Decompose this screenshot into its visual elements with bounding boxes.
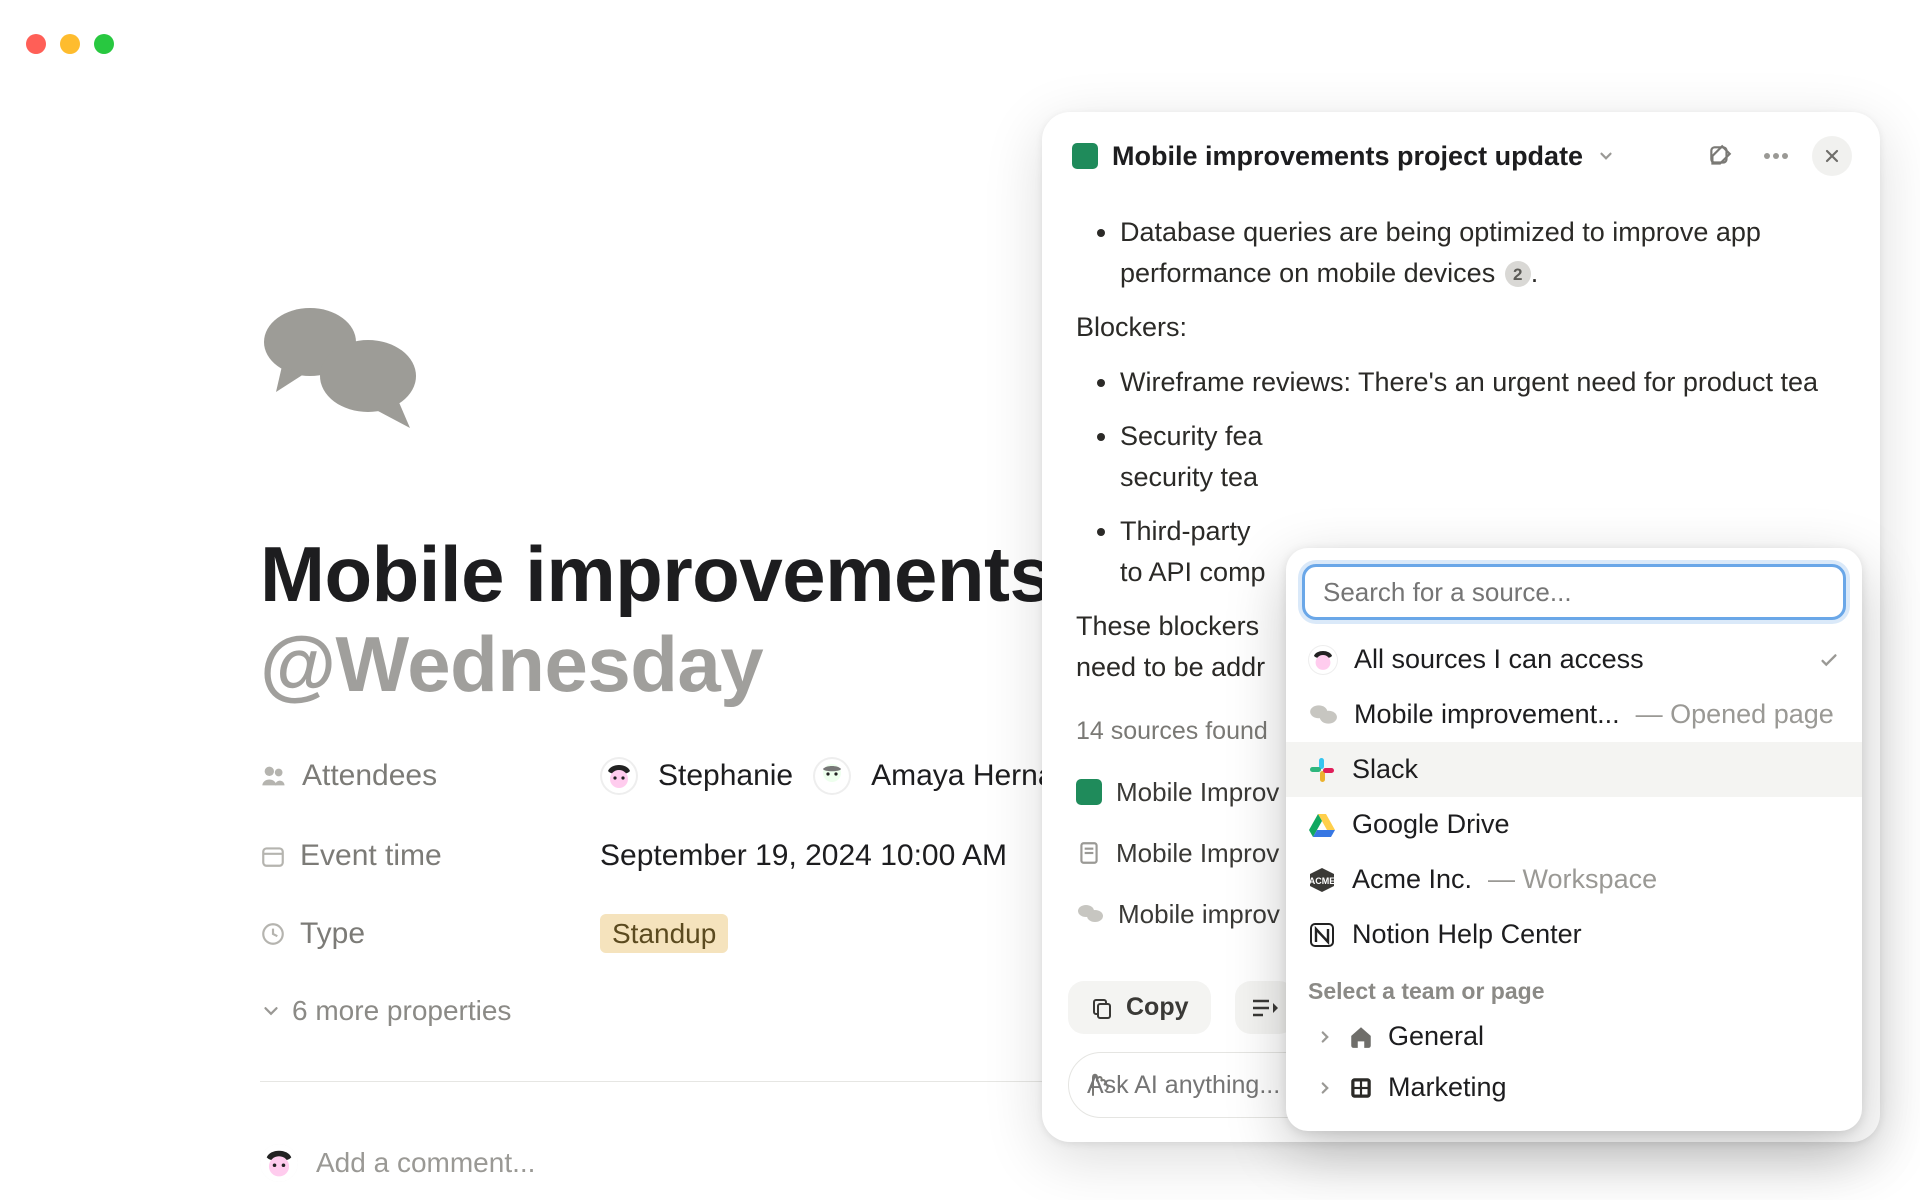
home-icon <box>1348 1024 1374 1050</box>
prop-label-text: Type <box>300 917 365 951</box>
copy-icon <box>1090 996 1114 1020</box>
source-option-label: Notion Help Center <box>1352 919 1582 950</box>
more-menu-button[interactable] <box>1756 136 1796 176</box>
source-option-label: All sources I can access <box>1354 644 1644 675</box>
check-icon <box>1818 649 1840 671</box>
source-option-notion-help[interactable]: Notion Help Center <box>1286 907 1862 962</box>
people-icon <box>260 762 288 790</box>
avatar <box>813 757 851 795</box>
blockers-heading: Blockers: <box>1076 307 1846 348</box>
page-title[interactable]: Mobile improvements @Wednesday <box>260 530 1160 709</box>
tree-row-marketing[interactable]: Marketing <box>1286 1062 1862 1113</box>
source-option-slack[interactable]: Slack <box>1286 742 1862 797</box>
source-option-all[interactable]: All sources I can access <box>1286 632 1862 687</box>
source-label: Mobile Improv <box>1116 834 1279 873</box>
document-icon <box>1076 840 1102 866</box>
chevron-down-icon <box>1597 147 1615 165</box>
chevron-right-icon <box>1316 1079 1334 1097</box>
bullet-text: Database queries are being optimized to … <box>1120 217 1761 288</box>
source-option-label: Slack <box>1352 754 1418 785</box>
avatar-icon <box>1308 645 1338 675</box>
window-close-button[interactable] <box>26 34 46 54</box>
type-tag: Standup <box>600 914 728 953</box>
copy-label: Copy <box>1126 993 1189 1022</box>
prop-label-text: Attendees <box>302 759 437 793</box>
calendar-icon <box>260 843 286 869</box>
insert-icon <box>1251 997 1279 1019</box>
tag-icon <box>260 921 286 947</box>
tree-row-general[interactable]: General <box>1286 1011 1862 1062</box>
prop-attendees-label[interactable]: Attendees <box>260 759 600 793</box>
source-option-opened-page[interactable]: Mobile improvement... — Opened page <box>1286 687 1862 742</box>
more-properties-text: 6 more properties <box>292 995 511 1027</box>
ai-panel-title[interactable]: Mobile improvements project update <box>1072 141 1615 172</box>
page-title-text: Mobile improvements <box>260 530 1052 618</box>
tree-row-label: General <box>1388 1021 1484 1052</box>
page-emoji-icon[interactable] <box>260 300 420 430</box>
source-search-input[interactable] <box>1302 564 1846 620</box>
blocker-bullet: Security fea security tea <box>1120 416 1846 497</box>
more-properties-toggle[interactable]: 6 more properties <box>260 995 1160 1027</box>
app-window: Mobile improvements @Wednesday Attendees… <box>0 0 1920 1200</box>
citation-badge[interactable]: 2 <box>1505 261 1531 287</box>
workspace-icon: ACME <box>1308 866 1336 894</box>
slack-icon <box>1308 756 1336 784</box>
source-picker-popover: All sources I can access Mobile improvem… <box>1286 548 1862 1131</box>
add-comment-row[interactable]: Add a comment... <box>260 1144 1160 1182</box>
source-search-wrap <box>1302 564 1846 620</box>
bullet-text: Third-party <box>1120 516 1251 546</box>
page-properties: Attendees Stephanie Amaya Hernand Event … <box>260 757 1160 1182</box>
attendee-name: Stephanie <box>658 759 793 793</box>
bullet-text: Wireframe reviews: There's an urgent nee… <box>1120 367 1818 397</box>
summary-bullet: Database queries are being optimized to … <box>1120 212 1846 293</box>
source-option-label: Acme Inc. <box>1352 864 1472 895</box>
page-title-date-mention[interactable]: @Wednesday <box>260 620 763 708</box>
blocker-bullet: Wireframe reviews: There's an urgent nee… <box>1120 362 1846 403</box>
compose-button[interactable] <box>1700 136 1740 176</box>
svg-text:ACME: ACME <box>1309 876 1336 886</box>
tree-row-label: Marketing <box>1388 1072 1507 1103</box>
window-minimize-button[interactable] <box>60 34 80 54</box>
summary-bullets: Database queries are being optimized to … <box>1076 212 1846 293</box>
avatar <box>600 757 638 795</box>
source-option-workspace[interactable]: ACME Acme Inc. — Workspace <box>1286 852 1862 907</box>
avatar <box>260 1144 298 1182</box>
chat-icon <box>1308 702 1338 728</box>
page-chip-icon <box>1076 779 1102 805</box>
prop-label-text: Event time <box>300 839 442 873</box>
chevron-right-icon <box>1316 1028 1334 1046</box>
source-option-label: Google Drive <box>1352 809 1510 840</box>
grid-icon <box>1348 1075 1374 1101</box>
prop-type-label[interactable]: Type <box>260 917 600 951</box>
source-label: Mobile Improv <box>1116 773 1279 812</box>
chevron-down-icon <box>260 1000 282 1022</box>
ai-panel-actions <box>1700 136 1852 176</box>
source-option-label: Mobile improvement... <box>1354 699 1620 730</box>
ai-panel-header: Mobile improvements project update <box>1042 112 1880 184</box>
divider <box>260 1081 1160 1082</box>
source-option-drive[interactable]: Google Drive <box>1286 797 1862 852</box>
window-zoom-button[interactable] <box>94 34 114 54</box>
ai-panel: Mobile improvements project update Datab… <box>1042 112 1880 1142</box>
comment-placeholder: Add a comment... <box>316 1147 535 1179</box>
close-panel-button[interactable] <box>1812 136 1852 176</box>
ai-actions-row: Copy <box>1068 981 1295 1034</box>
chat-icon <box>1076 902 1104 926</box>
copy-button[interactable]: Copy <box>1068 981 1211 1034</box>
page-chip-icon <box>1072 143 1098 169</box>
notion-icon <box>1308 921 1336 949</box>
source-option-suffix: — Opened page <box>1636 699 1834 730</box>
source-section-label: Select a team or page <box>1286 962 1862 1011</box>
prop-eventtime-label[interactable]: Event time <box>260 839 600 873</box>
page-main: Mobile improvements @Wednesday Attendees… <box>260 530 1160 1182</box>
bullet-text: Security fea <box>1120 421 1263 451</box>
bullet-text: security tea <box>1120 462 1258 492</box>
source-label: Mobile improv <box>1118 895 1280 934</box>
window-controls <box>26 34 114 54</box>
google-drive-icon <box>1308 812 1336 838</box>
ai-panel-title-text: Mobile improvements project update <box>1112 141 1583 172</box>
source-option-suffix: — Workspace <box>1488 864 1657 895</box>
bullet-text: to API comp <box>1120 557 1266 587</box>
